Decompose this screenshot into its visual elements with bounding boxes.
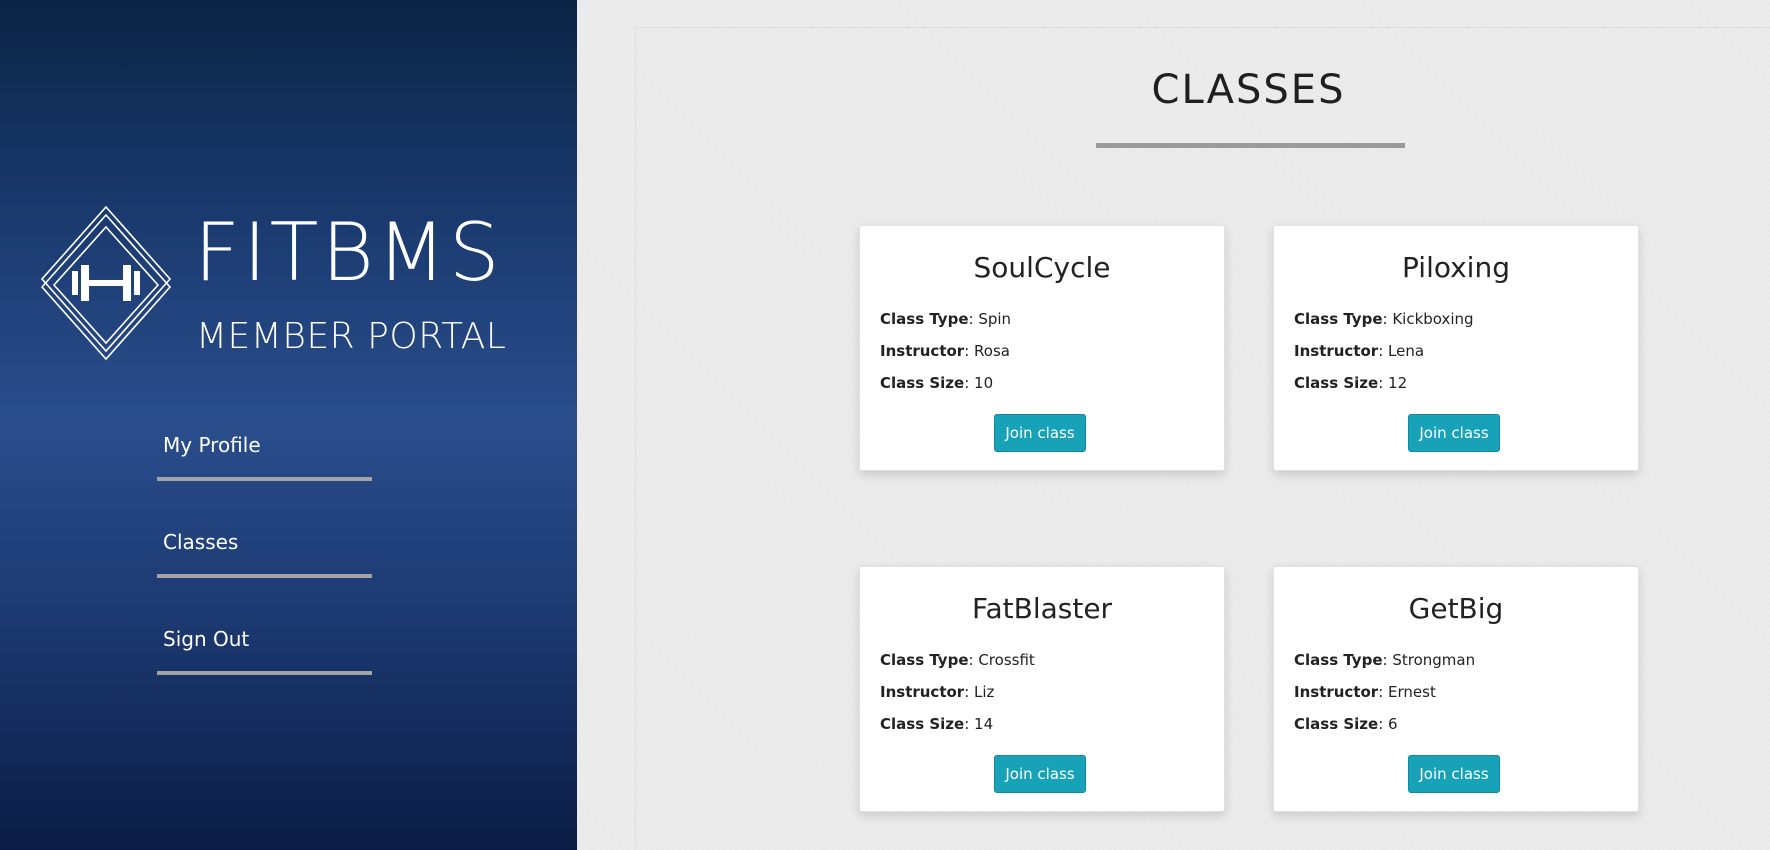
class-size-value: 14 <box>974 715 994 733</box>
class-type-label: Class Type <box>1294 651 1383 669</box>
sidebar: FITBMS MEMBER PORTAL My Profile Classes … <box>0 0 577 850</box>
class-type-value: Kickboxing <box>1392 310 1474 328</box>
class-card-getbig: GetBig Class Type: Strongman Instructor:… <box>1273 566 1639 812</box>
class-type-value: Crossfit <box>978 651 1035 669</box>
class-size-row: Class Size: 14 <box>880 715 994 733</box>
instructor-label: Instructor <box>880 683 965 701</box>
class-size-row: Class Size: 12 <box>1294 374 1408 392</box>
sidebar-item-label: Sign Out <box>163 627 250 651</box>
class-size-label: Class Size <box>1294 715 1379 733</box>
instructor-row: Instructor: Ernest <box>1294 683 1436 701</box>
class-size-value: 6 <box>1388 715 1398 733</box>
join-class-button[interactable]: Join class <box>994 414 1086 452</box>
brand-subtitle: MEMBER PORTAL <box>196 316 507 357</box>
class-size-label: Class Size <box>880 374 965 392</box>
instructor-label: Instructor <box>880 342 965 360</box>
class-size-row: Class Size: 10 <box>880 374 994 392</box>
class-type-label: Class Type <box>880 651 969 669</box>
main-content: CLASSES SoulCycle Class Type: Spin Instr… <box>577 0 1770 850</box>
join-class-button[interactable]: Join class <box>994 755 1086 793</box>
sidebar-nav: My Profile Classes Sign Out <box>157 420 372 711</box>
instructor-label: Instructor <box>1294 342 1379 360</box>
nav-underline <box>157 574 372 578</box>
class-name: Piloxing <box>1402 251 1510 284</box>
brand-title: FITBMS <box>194 206 503 299</box>
sidebar-item-label: My Profile <box>163 433 261 457</box>
class-name: GetBig <box>1408 592 1504 625</box>
class-card-fatblaster: FatBlaster Class Type: Crossfit Instruct… <box>859 566 1225 812</box>
instructor-value: Liz <box>974 683 995 701</box>
class-card-soulcycle: SoulCycle Class Type: Spin Instructor: R… <box>859 225 1225 471</box>
instructor-row: Instructor: Lena <box>1294 342 1425 360</box>
class-type-value: Spin <box>978 310 1012 328</box>
sidebar-item-label: Classes <box>163 530 239 554</box>
sidebar-item-sign-out[interactable]: Sign Out <box>157 614 372 711</box>
sidebar-item-my-profile[interactable]: My Profile <box>157 420 372 517</box>
instructor-value: Ernest <box>1388 683 1436 701</box>
class-size-value: 12 <box>1388 374 1408 392</box>
class-type-value: Strongman <box>1392 651 1476 669</box>
app-root: FITBMS MEMBER PORTAL My Profile Classes … <box>0 0 1770 850</box>
join-class-button[interactable]: Join class <box>1408 755 1500 793</box>
class-type-row: Class Type: Strongman <box>1294 651 1476 669</box>
instructor-row: Instructor: Rosa <box>880 342 1010 360</box>
class-size-value: 10 <box>974 374 994 392</box>
class-type-label: Class Type <box>880 310 969 328</box>
instructor-value: Lena <box>1388 342 1425 360</box>
class-type-row: Class Type: Crossfit <box>880 651 1035 669</box>
title-underline <box>1096 143 1405 148</box>
instructor-value: Rosa <box>974 342 1010 360</box>
nav-underline <box>157 477 372 481</box>
sidebar-item-classes[interactable]: Classes <box>157 517 372 614</box>
class-type-row: Class Type: Kickboxing <box>1294 310 1474 328</box>
class-name: FatBlaster <box>971 592 1113 625</box>
instructor-row: Instructor: Liz <box>880 683 995 701</box>
brand-logo: FITBMS MEMBER PORTAL <box>38 205 508 365</box>
page-title: CLASSES <box>1151 67 1346 113</box>
class-type-label: Class Type <box>1294 310 1383 328</box>
class-size-label: Class Size <box>1294 374 1379 392</box>
class-type-row: Class Type: Spin <box>880 310 1012 328</box>
class-card-piloxing: Piloxing Class Type: Kickboxing Instruct… <box>1273 225 1639 471</box>
class-size-label: Class Size <box>880 715 965 733</box>
class-size-row: Class Size: 6 <box>1294 715 1398 733</box>
join-class-button[interactable]: Join class <box>1408 414 1500 452</box>
instructor-label: Instructor <box>1294 683 1379 701</box>
nav-underline <box>157 671 372 675</box>
dumbbell-diamond-icon <box>40 205 172 361</box>
class-name: SoulCycle <box>973 251 1111 284</box>
